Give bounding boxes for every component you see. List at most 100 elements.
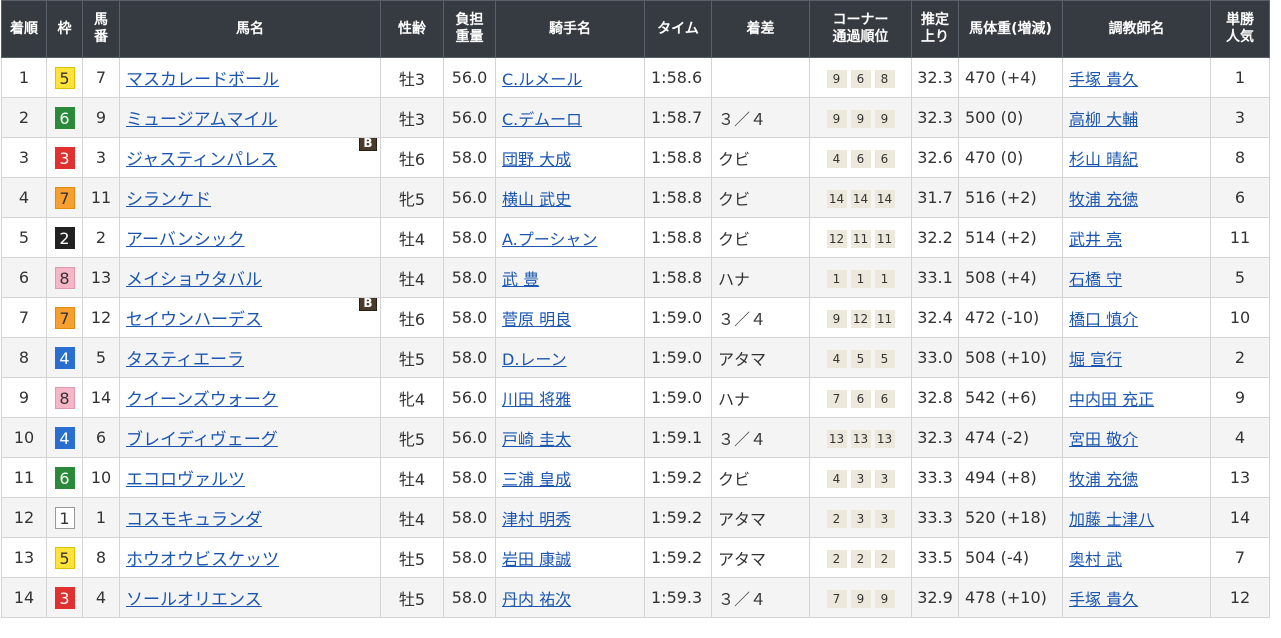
blinker-icon: B: [359, 138, 377, 151]
jockey-link[interactable]: A.プーシャン: [502, 230, 597, 249]
jockey-link[interactable]: C.ルメール: [502, 70, 582, 89]
jockey-link[interactable]: 岩田 康誠: [502, 550, 571, 569]
rank-cell: 3: [1, 137, 47, 178]
horse-name-link[interactable]: ブレイディヴェーグ: [126, 430, 278, 450]
trainer-link[interactable]: 加藤 士津八: [1069, 510, 1154, 529]
trainer-link[interactable]: 中内田 充正: [1069, 390, 1154, 409]
jockey-link[interactable]: 川田 将雅: [502, 390, 571, 409]
horse-name-link[interactable]: エコロヴァルツ: [126, 470, 245, 490]
header-trainer: 調教師名: [1062, 0, 1211, 58]
jockey-link[interactable]: 横山 武史: [502, 190, 571, 209]
horse-name-cell: コスモキュランダ: [119, 497, 381, 538]
trainer-link[interactable]: 牧浦 充徳: [1069, 470, 1138, 489]
trainer-link[interactable]: 宮田 敬介: [1069, 430, 1138, 449]
corner-position: 14: [874, 189, 895, 208]
trainer-link[interactable]: 奥村 武: [1069, 550, 1122, 569]
corner-position: 8: [874, 69, 895, 88]
margin-cell: ３／４: [711, 417, 810, 458]
jockey-link[interactable]: D.レーン: [502, 350, 567, 369]
header-num: 馬番: [82, 0, 120, 58]
jockey-link[interactable]: 丹内 祐次: [502, 590, 571, 609]
header-waku: 枠: [46, 0, 83, 58]
body-weight-cell: 474 (-2): [958, 417, 1063, 458]
trainer-link[interactable]: 手塚 貴久: [1069, 70, 1138, 89]
horse-name-cell: セイウンハーデス B: [119, 297, 381, 338]
jockey-link[interactable]: 団野 大成: [502, 150, 571, 169]
jockey-cell: C.ルメール: [495, 57, 645, 98]
jockey-cell: D.レーン: [495, 337, 645, 378]
jockey-link[interactable]: C.デムーロ: [502, 110, 582, 129]
corner-position: 9: [850, 589, 871, 608]
corner-position: 11: [874, 229, 895, 248]
time-cell: 1:59.0: [644, 297, 712, 338]
trainer-cell: 橋口 慎介: [1062, 297, 1211, 338]
trainer-cell: 牧浦 充徳: [1062, 457, 1211, 498]
corner-position: 2: [826, 509, 847, 528]
horse-name-link[interactable]: コスモキュランダ: [126, 510, 262, 530]
rank-cell: 2: [1, 97, 47, 138]
corner-position: 3: [850, 509, 871, 528]
trainer-link[interactable]: 手塚 貴久: [1069, 590, 1138, 609]
horse-name-link[interactable]: ホウオウビスケッツ: [126, 550, 279, 570]
last3f-cell: 32.2: [911, 217, 959, 258]
last3f-cell: 32.6: [911, 137, 959, 178]
horse-name-link[interactable]: クイーンズウォーク: [126, 390, 278, 410]
horse-number-cell: 9: [82, 97, 120, 138]
waku-badge: 1: [54, 506, 75, 529]
sex-age-cell: 牝5: [380, 417, 444, 458]
horse-number-cell: 11: [82, 177, 120, 218]
horse-name-link[interactable]: タスティエーラ: [126, 350, 244, 370]
time-cell: 1:59.2: [644, 457, 712, 498]
horse-name-link[interactable]: ソールオリエンス: [126, 590, 262, 610]
trainer-link[interactable]: 牧浦 充徳: [1069, 190, 1138, 209]
jockey-link[interactable]: 武 豊: [502, 270, 539, 289]
header-row: 着順 枠 馬番 馬名 性齢 負担重量 騎手名 タイム 着差 コーナー通過順位 推…: [1, 0, 1270, 58]
trainer-link[interactable]: 武井 亮: [1069, 230, 1122, 249]
header-jockey: 騎手名: [495, 0, 645, 58]
waku-cell: 4: [46, 417, 83, 458]
corner-position: 9: [826, 69, 847, 88]
horse-name-link[interactable]: ミュージアムマイル: [126, 110, 277, 130]
trainer-link[interactable]: 石橋 守: [1069, 270, 1122, 289]
horse-name-cell: エコロヴァルツ: [119, 457, 381, 498]
body-weight-cell: 504 (-4): [958, 537, 1063, 578]
horse-name-link[interactable]: メイショウタバル: [126, 270, 262, 290]
horse-name-link[interactable]: アーバンシック: [126, 230, 245, 250]
corner-cell: 455: [809, 337, 912, 378]
weight-cell: 56.0: [443, 377, 496, 418]
jockey-link[interactable]: 津村 明秀: [502, 510, 571, 529]
trainer-link[interactable]: 堀 宣行: [1069, 350, 1122, 369]
margin-cell: [711, 57, 810, 98]
last3f-cell: 32.3: [911, 417, 959, 458]
trainer-link[interactable]: 高柳 大輔: [1069, 110, 1138, 129]
horse-name-cell: マスカレードボール: [119, 57, 381, 98]
race-results-table: 着順 枠 馬番 馬名 性齢 負担重量 騎手名 タイム 着差 コーナー通過順位 推…: [1, 0, 1270, 618]
horse-name-link[interactable]: マスカレードボール: [126, 70, 279, 90]
sex-age-cell: 牝4: [380, 377, 444, 418]
jockey-cell: A.プーシャン: [495, 217, 645, 258]
last3f-cell: 32.4: [911, 297, 959, 338]
corner-position: 4: [826, 349, 847, 368]
waku-cell: 7: [46, 297, 83, 338]
result-row: 7 7 12 セイウンハーデス B 牡6 58.0 菅原 明良 1:59.0 ３／４ 9 12 11 32…: [1, 297, 1270, 338]
margin-cell: クビ: [711, 177, 810, 218]
time-cell: 1:58.7: [644, 97, 712, 138]
horse-name-link[interactable]: ジャスティンパレス: [126, 150, 277, 170]
header-corner: コーナー通過順位: [809, 0, 912, 58]
horse-name-link[interactable]: シランケド: [126, 190, 211, 210]
jockey-link[interactable]: 菅原 明良: [502, 310, 571, 329]
jockey-link[interactable]: 三浦 皇成: [502, 470, 571, 489]
weight-cell: 58.0: [443, 297, 496, 338]
sex-age-cell: 牡4: [380, 257, 444, 298]
last3f-cell: 31.7: [911, 177, 959, 218]
jockey-link[interactable]: 戸崎 圭太: [502, 430, 571, 449]
trainer-cell: 中内田 充正: [1062, 377, 1211, 418]
waku-badge: 5: [54, 546, 75, 569]
body-weight-cell: 472 (-10): [958, 297, 1063, 338]
trainer-link[interactable]: 橋口 慎介: [1069, 310, 1138, 329]
popularity-cell: 9: [1210, 377, 1270, 418]
popularity-cell: 7: [1210, 537, 1270, 578]
horse-name-link[interactable]: セイウンハーデス: [126, 310, 262, 330]
trainer-link[interactable]: 杉山 晴紀: [1069, 150, 1138, 169]
rank-cell: 6: [1, 257, 47, 298]
